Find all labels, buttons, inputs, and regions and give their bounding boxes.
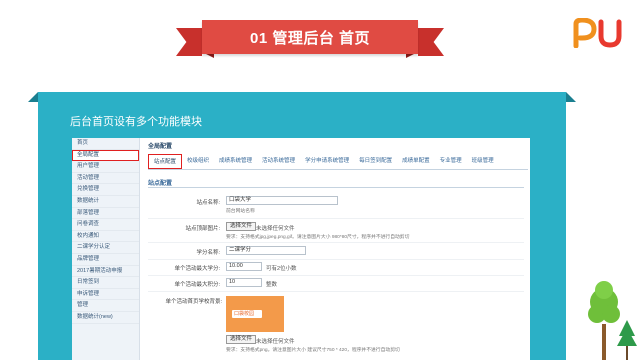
sidebar-item[interactable]: 部落管理 — [72, 208, 139, 220]
ribbon-tail-right — [418, 28, 444, 56]
config-tab[interactable]: 成绩系统管理 — [214, 154, 257, 169]
choose-file-button[interactable]: 选择文件 — [226, 222, 257, 231]
sidebar-item[interactable]: 2017暑期活动申报 — [72, 266, 139, 278]
frame-caption: 后台首页设有多个功能模块 — [70, 116, 202, 128]
slide-title: 01 管理后台 首页 — [249, 29, 371, 47]
bg-image-hint: 要求：支持格式png。请注意图片大小 建议尺寸750 * 420，程序并不进行自… — [226, 348, 400, 353]
config-tab[interactable]: 校级组织 — [182, 154, 214, 169]
sidebar-item[interactable]: 日常签到 — [72, 277, 139, 289]
site-name-input[interactable]: 口袋大学 — [226, 196, 338, 205]
admin-screenshot: 首页 全局配置 用户管理 活动管理 兑换管理 数据统计 部落管理 问卷调查 校内通知 二课学分认定… — [72, 138, 530, 360]
choose-bg-file-button[interactable]: 选择文件 — [226, 335, 257, 344]
top-image-hint: 要求：支持格式jpg,jpeg,png,gif。请注意图片大小 980*80尺寸… — [226, 235, 410, 240]
main-title: 全局配置 — [148, 144, 173, 150]
max-points-note: 整数 — [266, 282, 278, 288]
max-credit-input[interactable]: 10.00 — [226, 262, 262, 271]
config-tab[interactable]: 活动系统管理 — [257, 154, 300, 169]
credit-name-input[interactable]: 二课学分 — [226, 246, 306, 255]
max-points-label: 单个活动最大积分: — [174, 282, 220, 288]
config-tab[interactable]: 每日签到配置 — [354, 154, 397, 169]
config-tab[interactable]: 成绩单配置 — [397, 154, 435, 169]
admin-sidebar: 首页 全局配置 用户管理 活动管理 兑换管理 数据统计 部落管理 问卷调查 校内通知 二课学分认定… — [72, 138, 140, 360]
ribbon-face: 01 管理后台 首页 — [202, 20, 418, 54]
sidebar-item[interactable]: 兑换管理 — [72, 184, 139, 196]
ribbon-tail-left — [176, 28, 202, 56]
sidebar-item[interactable]: 品牌管理 — [72, 254, 139, 266]
sidebar-item[interactable]: 申诉管理 — [72, 289, 139, 301]
sidebar-item[interactable]: 数据统计 — [72, 196, 139, 208]
sidebar-item[interactable]: 用户管理 — [72, 161, 139, 173]
row-divider — [148, 275, 524, 276]
top-image-label: 站点顶部图片: — [185, 226, 220, 232]
bg-image-label: 单个活动首页学校背景: — [165, 299, 222, 305]
tree-decoration-icon — [588, 281, 637, 360]
sidebar-item[interactable]: 首页 — [72, 138, 139, 150]
config-tab[interactable]: 专业管理 — [435, 154, 467, 169]
row-divider — [148, 242, 524, 243]
frame-corner-right — [566, 92, 576, 102]
sidebar-item[interactable]: 二课学分认定 — [72, 242, 139, 254]
sidebar-item[interactable]: 全局配置 — [72, 149, 139, 162]
config-tab[interactable]: 站点配置 — [148, 154, 183, 169]
row-divider — [148, 259, 524, 260]
max-points-input[interactable]: 10 — [226, 278, 262, 287]
admin-main: 全局配置 站点配置 校级组织 成绩系统管理 活动系统管理 学分申请系统管理 每日签到配置成… — [144, 138, 528, 360]
title-ribbon: 01 管理后台 首页 — [176, 20, 444, 60]
config-tab[interactable]: 班级管理 — [467, 154, 499, 169]
bg-image-preview: 口袋校园 — [226, 296, 284, 332]
section-title: 站点配置 — [148, 181, 173, 187]
poster-text: 口袋校园 — [234, 311, 255, 317]
sidebar-item[interactable]: 问卷调查 — [72, 219, 139, 231]
credit-name-label: 学分名称: — [196, 250, 220, 256]
max-credit-note: 可有2位小数 — [266, 266, 297, 272]
site-name-label: 站点名称: — [196, 200, 220, 206]
row-divider — [148, 218, 524, 219]
config-tab[interactable]: 学分申请系统管理 — [300, 154, 354, 169]
sidebar-item[interactable]: 管理 — [72, 300, 139, 312]
brand-logo — [572, 17, 624, 49]
config-tabs: 站点配置 校级组织 成绩系统管理 活动系统管理 学分申请系统管理 每日签到配置 成绩单配置专… — [148, 154, 528, 170]
section-divider — [148, 187, 524, 188]
row-divider — [148, 291, 524, 292]
no-bg-file-text: 未选择任何文件 — [256, 339, 295, 345]
sidebar-item[interactable]: 校内通知 — [72, 231, 139, 243]
max-credit-label: 单个活动最大学分: — [174, 266, 220, 272]
no-file-text: 未选择任何文件 — [256, 226, 295, 232]
sidebar-item[interactable]: 数据统计(new) — [72, 312, 139, 324]
poster-label-chip: 口袋校园 — [232, 310, 262, 318]
pu-logo-icon — [573, 17, 622, 49]
sidebar-item[interactable]: 活动管理 — [72, 173, 139, 185]
frame-corner-left — [28, 92, 38, 102]
site-name-hint: 前台网站名称 — [226, 209, 255, 214]
